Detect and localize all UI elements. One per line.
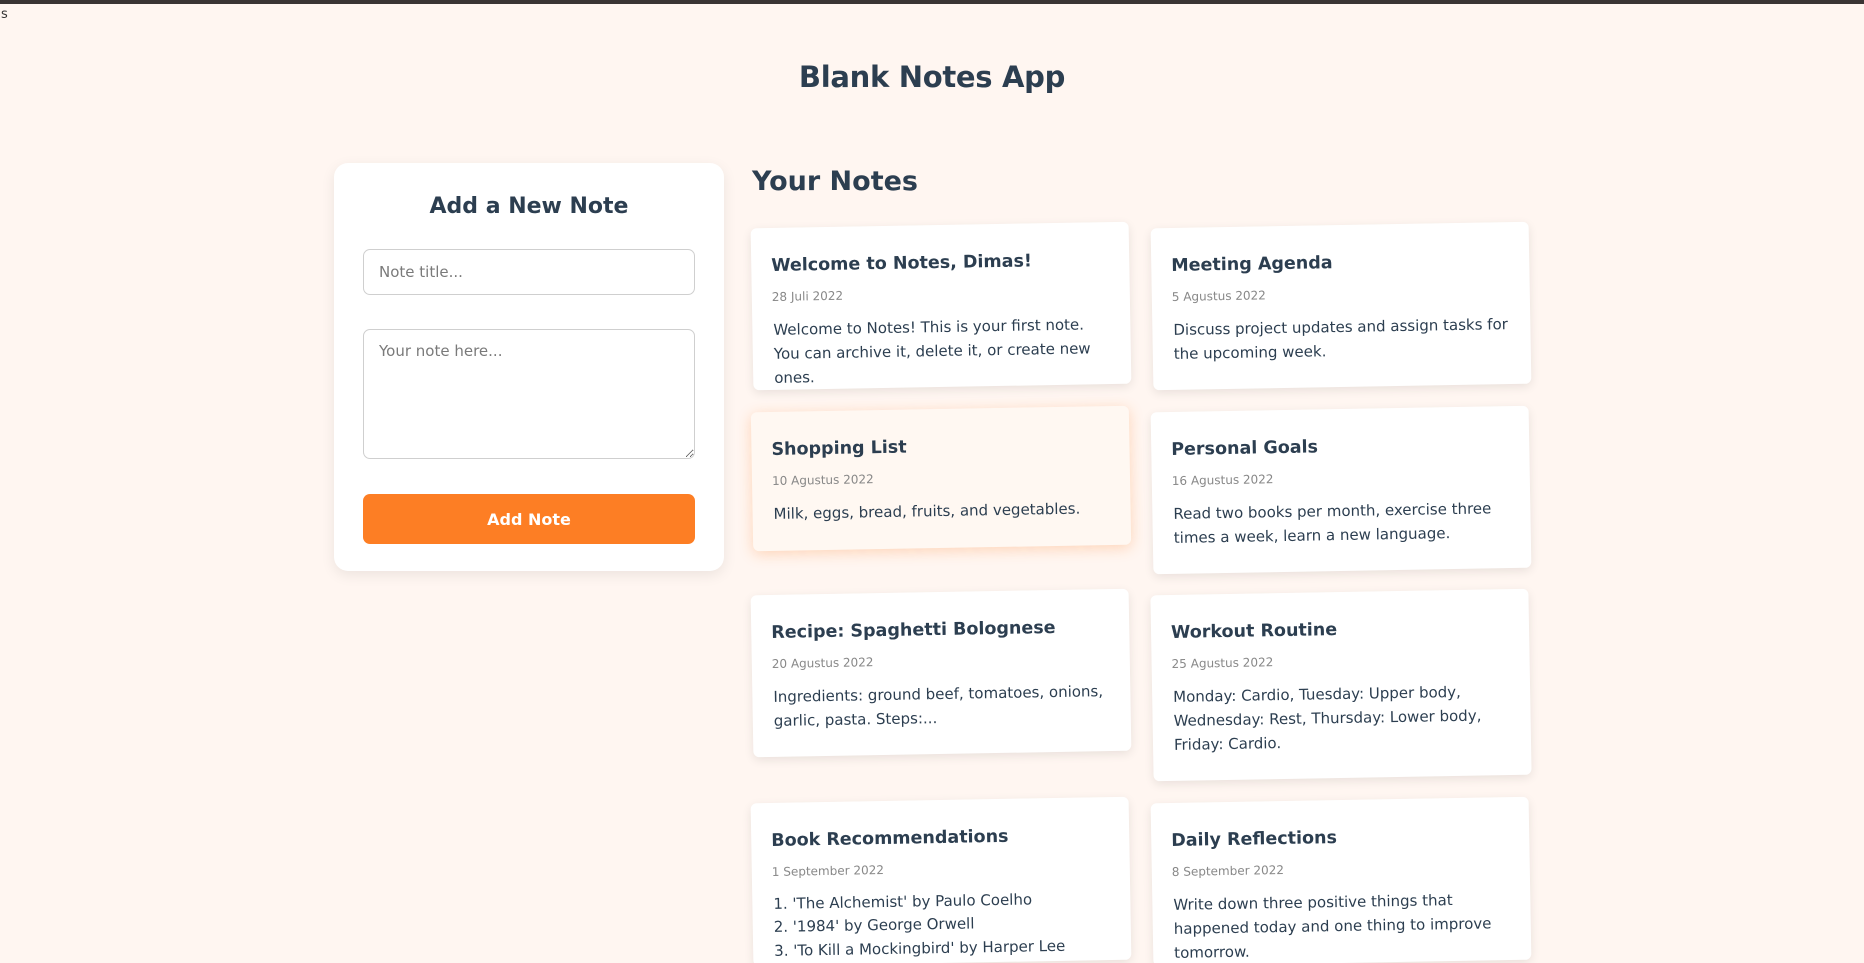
note-date: 20 Agustus 2022: [771, 655, 874, 671]
note-date: 10 Agustus 2022: [771, 472, 874, 488]
form-heading: Add a New Note: [429, 194, 629, 219]
note-body: Write down three positive things that ha…: [1173, 891, 1492, 962]
note-card[interactable]: Workout Routine 25 Agustus 2022 Monday: …: [1150, 588, 1532, 782]
note-date: 8 September 2022: [1171, 862, 1285, 879]
corner-text: s: [1, 7, 8, 22]
note-date: 1 September 2022: [771, 862, 885, 879]
note-card[interactable]: Shopping List 10 Agustus 2022 Milk, eggs…: [750, 405, 1132, 552]
note-body: Milk, eggs, bread, fruits, and vegetable…: [773, 499, 1081, 523]
note-card[interactable]: Meeting Agenda 5 Agustus 2022 Discuss pr…: [1150, 221, 1532, 391]
note-title: Daily Reflections: [1171, 828, 1338, 851]
note-date: 25 Agustus 2022: [1171, 655, 1274, 671]
note-title: Meeting Agenda: [1171, 253, 1333, 276]
note-card[interactable]: Welcome to Notes, Dimas! 28 Juli 2022 We…: [750, 221, 1132, 391]
note-card[interactable]: Book Recommendations 1 September 2022 1.…: [750, 796, 1132, 963]
note-body: Read two books per month, exercise three…: [1173, 499, 1492, 547]
notes-heading: Your Notes: [752, 166, 918, 197]
note-body: Discuss project updates and assign tasks…: [1173, 315, 1509, 363]
note-title: Book Recommendations: [771, 826, 1009, 851]
note-body: Monday: Cardio, Tuesday: Upper body, Wed…: [1173, 682, 1482, 754]
note-body: Welcome to Notes! This is your first not…: [773, 315, 1091, 387]
window-top-bar: [0, 0, 1864, 4]
note-body: 1. 'The Alchemist' by Paulo Coelho 2. '1…: [773, 887, 1111, 963]
note-date: 28 Juli 2022: [771, 288, 844, 304]
note-body: Ingredients: ground beef, tomatoes, onio…: [773, 682, 1104, 730]
note-date: 16 Agustus 2022: [1171, 472, 1274, 488]
note-card[interactable]: Recipe: Spaghetti Bolognese 20 Agustus 2…: [750, 588, 1132, 758]
note-title: Workout Routine: [1170, 620, 1338, 643]
note-body-textarea[interactable]: [363, 329, 695, 459]
note-card[interactable]: Daily Reflections 8 September 2022 Write…: [1150, 796, 1532, 963]
note-title: Recipe: Spaghetti Bolognese: [771, 617, 1056, 643]
note-card[interactable]: Personal Goals 16 Agustus 2022 Read two …: [1150, 405, 1532, 575]
note-title: Shopping List: [771, 437, 907, 460]
note-title-input[interactable]: [363, 249, 695, 295]
add-note-form: Add a New Note Add Note: [334, 163, 724, 571]
book-list: 1. 'The Alchemist' by Paulo Coelho 2. '1…: [773, 887, 1111, 963]
note-title: Welcome to Notes, Dimas!: [771, 251, 1033, 276]
app-title: Blank Notes App: [798, 60, 1066, 94]
note-title: Personal Goals: [1171, 437, 1319, 460]
note-date: 5 Agustus 2022: [1171, 288, 1266, 304]
add-note-button[interactable]: Add Note: [363, 494, 695, 544]
